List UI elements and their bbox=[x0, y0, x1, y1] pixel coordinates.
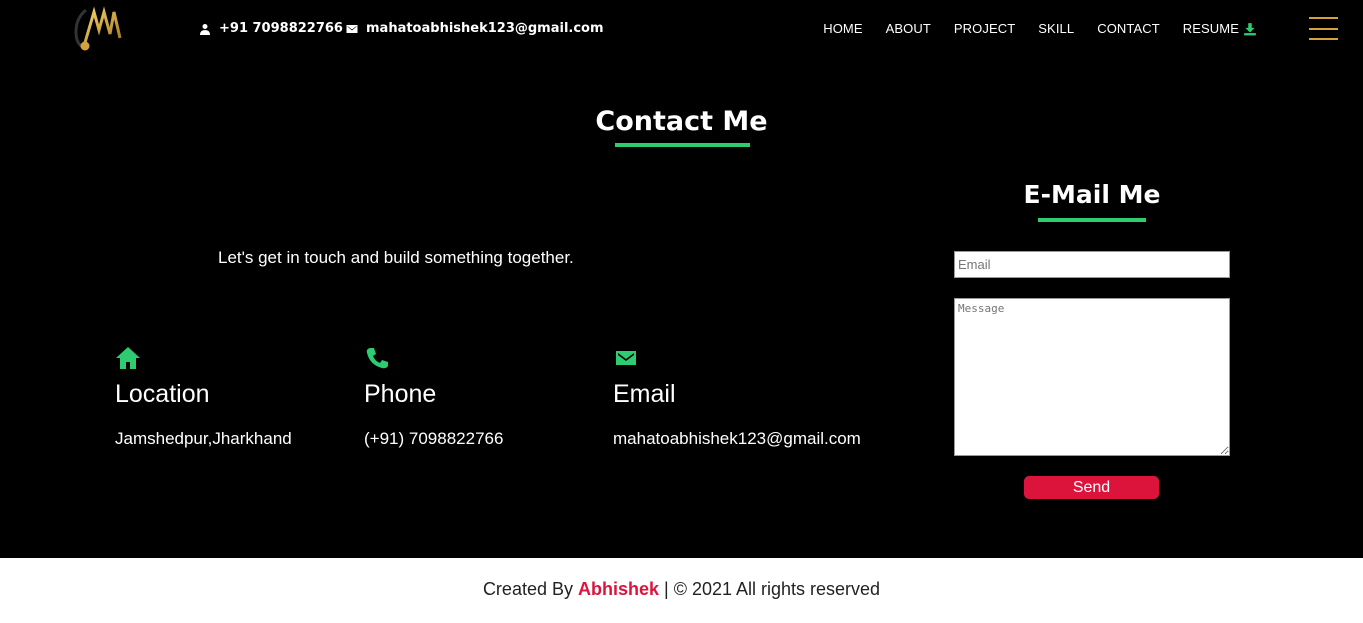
header: +91 7098822766 mahatoabhishek123@gmail.c… bbox=[0, 0, 1363, 60]
phone-value: (+91) 7098822766 bbox=[364, 429, 504, 448]
footer-copyright: | © 2021 All rights reserved bbox=[659, 579, 881, 599]
send-button[interactable]: Send bbox=[1024, 476, 1159, 499]
header-email: mahatoabhishek123@gmail.com bbox=[346, 21, 604, 36]
message-textarea[interactable] bbox=[954, 298, 1230, 456]
phone-label: Phone bbox=[364, 380, 437, 408]
nav-resume-label: RESUME bbox=[1182, 21, 1239, 36]
email-form-title: E-Mail Me bbox=[1023, 180, 1161, 209]
header-phone-text: +91 7098822766 bbox=[219, 21, 343, 36]
nav-about[interactable]: ABOUT bbox=[886, 21, 931, 36]
email-label: Email bbox=[613, 380, 676, 408]
location-value: Jamshedpur,Jharkhand bbox=[115, 429, 292, 448]
phone-icon bbox=[366, 348, 388, 369]
contact-tagline: Let's get in touch and build something t… bbox=[218, 248, 574, 267]
download-icon bbox=[1244, 22, 1256, 35]
footer: Created By Abhishek | © 2021 All rights … bbox=[0, 558, 1363, 623]
nav-home[interactable]: HOME bbox=[823, 21, 862, 36]
logo-icon bbox=[74, 6, 122, 51]
logo[interactable] bbox=[72, 4, 124, 52]
phone-info: Phone (+91) 7098822766 bbox=[364, 346, 503, 449]
nav-resume[interactable]: RESUME bbox=[1183, 21, 1257, 36]
user-icon bbox=[200, 23, 210, 35]
hamburger-menu-icon[interactable] bbox=[1309, 17, 1338, 40]
nav-project[interactable]: PROJECT bbox=[954, 21, 1015, 36]
email-input[interactable] bbox=[954, 251, 1230, 278]
contact-title: Contact Me bbox=[595, 106, 768, 137]
nav-skill[interactable]: SKILL bbox=[1038, 21, 1074, 36]
footer-author[interactable]: Abhishek bbox=[578, 579, 659, 599]
footer-prefix: Created By bbox=[482, 579, 578, 599]
location-label: Location bbox=[115, 380, 210, 408]
header-phone: +91 7098822766 bbox=[199, 21, 343, 36]
mail-icon bbox=[346, 24, 358, 33]
email-info: Email mahatoabhishek123@gmail.com bbox=[613, 346, 861, 449]
email-title-underline bbox=[1038, 218, 1146, 222]
email-value: mahatoabhishek123@gmail.com bbox=[613, 429, 861, 448]
location-info: Location Jamshedpur,Jharkhand bbox=[115, 346, 292, 449]
mail-icon bbox=[616, 351, 636, 365]
contact-title-underline bbox=[615, 143, 750, 147]
main-nav: HOME ABOUT PROJECT SKILL CONTACT RESUME bbox=[823, 21, 1257, 36]
nav-contact[interactable]: CONTACT bbox=[1097, 21, 1160, 36]
header-email-text: mahatoabhishek123@gmail.com bbox=[366, 21, 604, 36]
home-icon bbox=[116, 347, 140, 369]
